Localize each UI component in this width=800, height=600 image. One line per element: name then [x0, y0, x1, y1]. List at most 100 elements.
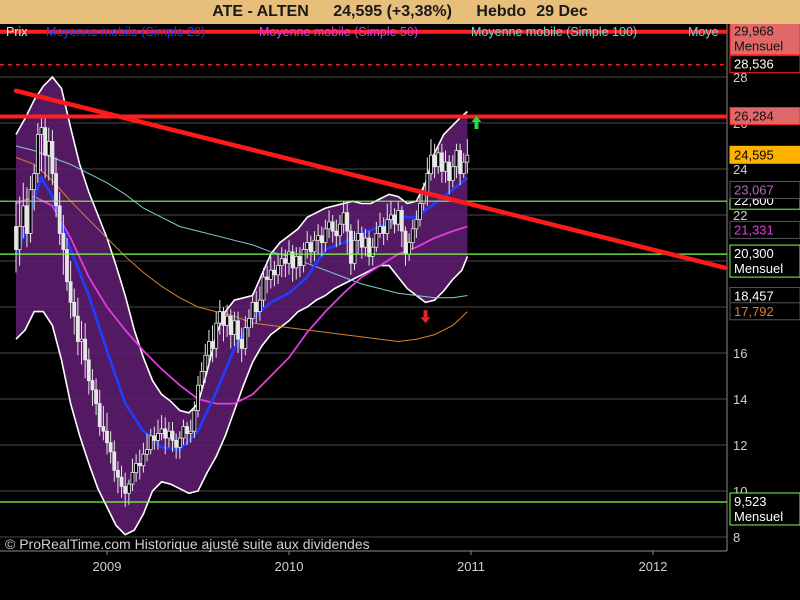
candle-body — [203, 354, 208, 372]
candle-body — [170, 430, 175, 441]
candle-body — [61, 232, 66, 250]
candle-body — [68, 281, 73, 303]
candle-body — [214, 322, 219, 349]
candle-body — [83, 338, 88, 361]
candle-body — [156, 433, 160, 441]
candle-body — [272, 269, 277, 276]
candle-body — [447, 161, 452, 181]
candle-body — [137, 462, 142, 467]
candle-body — [301, 249, 306, 267]
ticker: ATE - ALTEN — [212, 3, 309, 20]
candle-body — [370, 246, 375, 257]
legend-ma20: Moyenne mobile (Simple 20) — [46, 25, 206, 39]
candle-body — [32, 173, 37, 191]
candle-body — [352, 239, 357, 264]
chart-title: ATE - ALTEN 24,595 (+3,38%) Hebdo 29 Dec — [0, 0, 800, 24]
candle-body — [134, 462, 139, 473]
candle-body — [130, 472, 135, 485]
copyright-notice: © ProRealTime.com Historique ajusté suit… — [5, 536, 370, 552]
indicator-value-text: 21,331 — [734, 222, 774, 237]
candle-body — [97, 403, 102, 428]
level-label: 9,523Mensuel — [729, 492, 800, 526]
candle-body — [228, 315, 233, 336]
candle-body — [421, 193, 426, 204]
candle-body — [298, 255, 302, 266]
level-label: 28,536 — [729, 55, 800, 74]
candle-body — [57, 205, 62, 234]
candle-body — [323, 228, 328, 244]
candle-body — [46, 140, 51, 156]
candle-body — [17, 226, 22, 250]
candle-body — [79, 338, 84, 342]
candle-body — [348, 230, 353, 264]
candle-body — [126, 483, 131, 494]
candle-body — [94, 389, 98, 404]
candle-body — [338, 223, 342, 237]
candle-body — [429, 154, 433, 174]
candle-body — [28, 189, 33, 234]
candle-body — [396, 209, 401, 225]
candle-body — [14, 226, 18, 250]
candle-body — [465, 154, 470, 163]
indicator-value-label: 24,595 — [729, 145, 800, 164]
candle-body — [330, 221, 335, 232]
candle-body — [319, 235, 324, 243]
candle-body — [174, 439, 179, 448]
candle-body — [243, 327, 248, 349]
price-chart[interactable]: 810121416182022242628200920102011201229,… — [0, 24, 800, 600]
candle-body — [101, 426, 106, 432]
legend-ma100: Moyenne mobile (Simple 100) — [471, 25, 638, 39]
candle-body — [166, 430, 171, 439]
indicator-value-text: 24,595 — [734, 147, 774, 162]
arrow-shaft — [423, 310, 428, 318]
y-tick-label: 8 — [733, 530, 740, 545]
candle-body — [35, 134, 40, 174]
candle-body — [283, 258, 288, 264]
candle-body — [75, 315, 80, 342]
level-label: 29,968Mensuel — [729, 24, 800, 56]
candle-body — [163, 428, 168, 439]
candle-body — [39, 127, 44, 135]
indicator-value-label: 21,331 — [729, 220, 800, 239]
candle-body — [461, 161, 466, 175]
indicator-value-text: 18,457 — [734, 288, 774, 303]
candle-body — [177, 437, 182, 448]
candle-body — [247, 318, 251, 329]
candle-body — [334, 230, 339, 237]
indicator-value-text: 17,792 — [734, 304, 774, 319]
legend-prix: Prix — [6, 25, 28, 39]
candle-body — [236, 320, 240, 340]
candle-body — [210, 341, 215, 349]
candle-body — [312, 239, 317, 253]
candle-body — [268, 269, 273, 280]
candle-body — [43, 127, 48, 156]
candle-body — [257, 299, 262, 313]
level-label-value: 26,284 — [734, 108, 774, 123]
candle-body — [123, 485, 128, 494]
candle-body — [254, 301, 259, 312]
candle-body — [145, 449, 149, 455]
candle-body — [436, 152, 441, 168]
indicator-value-label: 18,457 — [729, 286, 800, 305]
candle-body — [207, 341, 211, 356]
x-tick-label: 2009 — [93, 559, 122, 574]
candle-body — [116, 469, 120, 478]
level-label: 26,284 — [729, 106, 800, 125]
candle-body — [410, 228, 415, 244]
legend-ma-truncated: Moye — [688, 25, 719, 39]
quote: 24,595 (+3,38%) — [333, 3, 452, 20]
date: 29 Dec — [536, 3, 588, 20]
candle-body — [399, 209, 404, 232]
candle-body — [378, 226, 382, 234]
level-label-value: 20,300 — [734, 246, 774, 261]
candle-body — [25, 205, 29, 234]
candle-body — [50, 140, 55, 174]
y-tick-label: 12 — [733, 438, 747, 453]
candle-body — [345, 212, 350, 232]
candle-body — [261, 276, 266, 301]
candle-body — [450, 166, 455, 181]
x-tick-label: 2011 — [457, 559, 485, 574]
candle-body — [188, 430, 193, 434]
candle-body — [185, 426, 189, 434]
level-label-sublabel: Mensuel — [734, 509, 783, 524]
